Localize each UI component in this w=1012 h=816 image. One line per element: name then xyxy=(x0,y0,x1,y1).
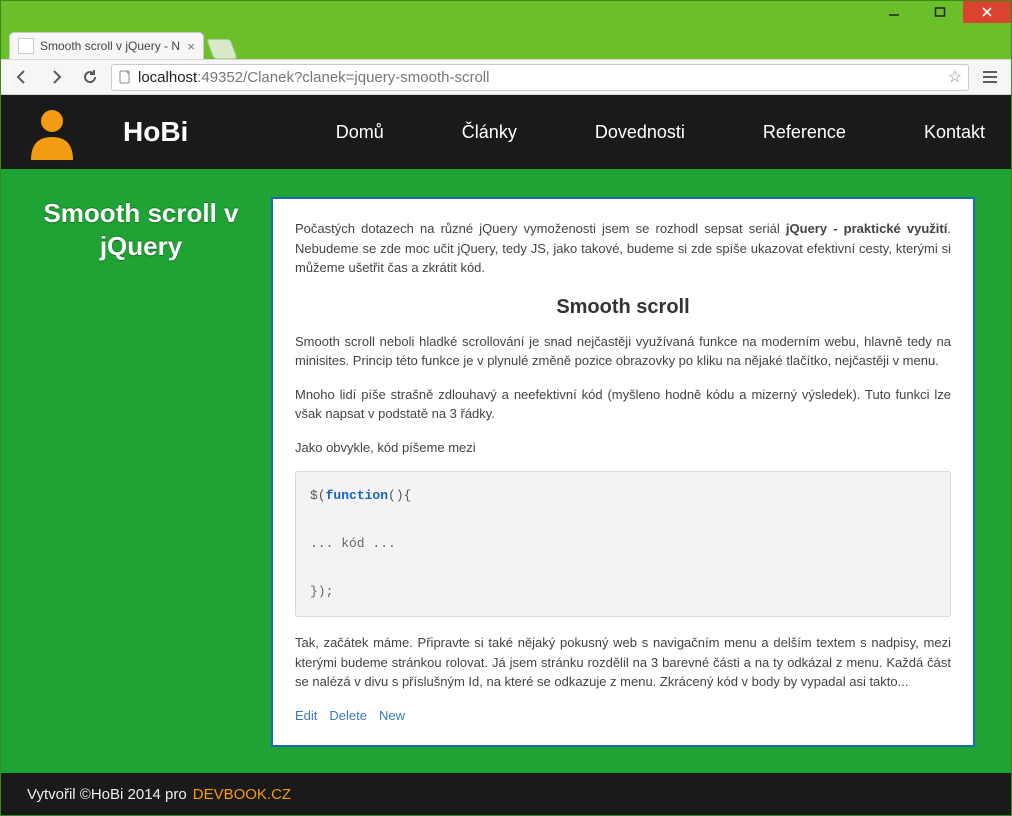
nav-articles[interactable]: Články xyxy=(462,122,517,143)
intro-bold: jQuery - praktické využití xyxy=(786,221,947,236)
nav-skills[interactable]: Dovednosti xyxy=(595,122,685,143)
paragraph-5: Tak, začátek máme. Připravte si také něj… xyxy=(295,633,951,692)
url-port: :49352 xyxy=(197,69,243,86)
reload-button[interactable] xyxy=(77,64,103,90)
url-path: /Clanek?clanek=jquery-smooth-scroll xyxy=(243,69,489,86)
code-line-3: }); xyxy=(310,580,936,604)
page-title: Smooth scroll v jQuery xyxy=(35,197,247,747)
footer-text: Vytvořil ©HoBi 2014 pro xyxy=(27,786,187,803)
window-buttons xyxy=(871,1,1011,23)
site-footer: Vytvořil ©HoBi 2014 pro DEVBOOK.CZ xyxy=(1,773,1011,815)
delete-link[interactable]: Delete xyxy=(329,706,367,726)
site-brand: HoBi xyxy=(123,116,188,148)
avatar-icon xyxy=(27,105,77,160)
close-button[interactable] xyxy=(963,1,1011,23)
code-block: $(function(){ ... kód ... }); xyxy=(295,471,951,617)
paragraph-4: Jako obvykle, kód píšeme mezi xyxy=(295,438,951,458)
browser-toolbar: localhost:49352/Clanek?clanek=jquery-smo… xyxy=(1,59,1011,95)
browser-window: Smooth scroll v jQuery - N × localhost:4… xyxy=(0,0,1012,816)
intro-paragraph: Počastých dotazech na různé jQuery vymož… xyxy=(295,219,951,278)
back-button[interactable] xyxy=(9,64,35,90)
article: Počastých dotazech na různé jQuery vymož… xyxy=(271,197,975,747)
menu-button[interactable] xyxy=(977,64,1003,90)
nav-home[interactable]: Domů xyxy=(336,122,384,143)
site-header: HoBi Domů Články Dovednosti Reference Ko… xyxy=(1,95,1011,169)
new-link[interactable]: New xyxy=(379,706,405,726)
favicon-icon xyxy=(18,38,34,54)
url-host: localhost xyxy=(138,69,197,86)
address-bar[interactable]: localhost:49352/Clanek?clanek=jquery-smo… xyxy=(111,64,969,91)
minimize-button[interactable] xyxy=(871,1,917,23)
new-tab-button[interactable] xyxy=(206,39,237,59)
page-viewport: HoBi Domů Články Dovednosti Reference Ko… xyxy=(1,95,1011,815)
paragraph-3: Mnoho lidí píše strašně zdlouhavý a neef… xyxy=(295,385,951,424)
window-titlebar xyxy=(1,1,1011,31)
nav-contact[interactable]: Kontakt xyxy=(924,122,985,143)
paragraph-2: Smooth scroll neboli hladké scrollování … xyxy=(295,332,951,371)
url-text: localhost:49352/Clanek?clanek=jquery-smo… xyxy=(138,69,489,86)
maximize-button[interactable] xyxy=(917,1,963,23)
code-line-1: $(function(){ xyxy=(310,484,936,508)
article-actions: Edit Delete New xyxy=(295,706,951,726)
code-line-2: ... kód ... xyxy=(310,532,936,556)
main-nav: Domů Články Dovednosti Reference Kontakt xyxy=(336,122,985,143)
tab-close-icon[interactable]: × xyxy=(187,39,195,54)
edit-link[interactable]: Edit xyxy=(295,706,317,726)
bookmark-star-icon[interactable]: ☆ xyxy=(948,67,962,87)
page-icon xyxy=(118,70,132,84)
section-heading: Smooth scroll xyxy=(295,292,951,322)
forward-button[interactable] xyxy=(43,64,69,90)
browser-tab[interactable]: Smooth scroll v jQuery - N × xyxy=(9,32,204,59)
intro-pre: Počastých dotazech na různé jQuery vymož… xyxy=(295,221,786,236)
tab-title: Smooth scroll v jQuery - N xyxy=(40,39,181,53)
tab-strip: Smooth scroll v jQuery - N × xyxy=(1,31,1011,59)
site-body: Smooth scroll v jQuery Počastých dotazec… xyxy=(1,169,1011,747)
nav-references[interactable]: Reference xyxy=(763,122,846,143)
footer-link[interactable]: DEVBOOK.CZ xyxy=(193,786,291,803)
